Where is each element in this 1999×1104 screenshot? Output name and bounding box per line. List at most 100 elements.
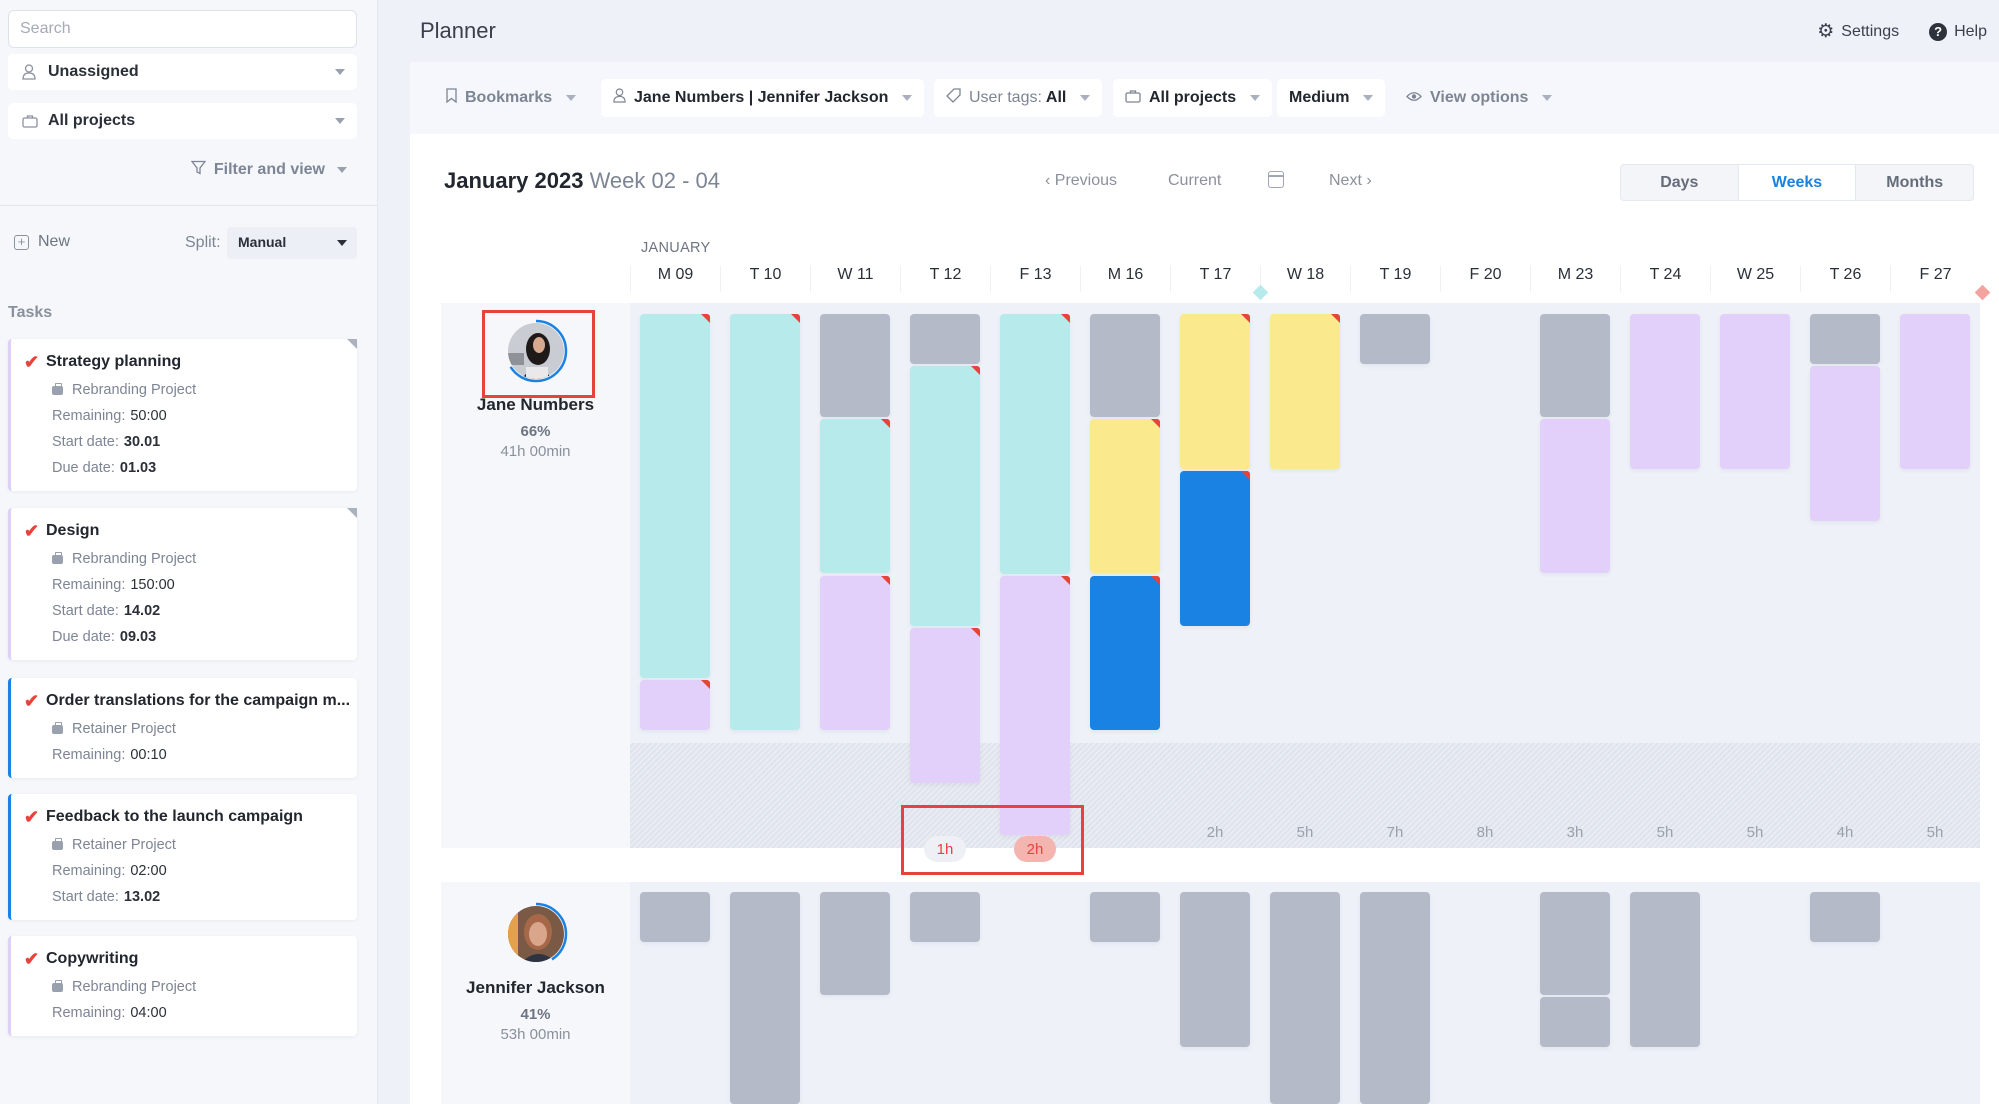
due-date-value: 01.03 (119, 460, 157, 476)
schedule-bar[interactable] (820, 892, 890, 995)
tab-days[interactable]: Days (1621, 165, 1738, 200)
month-label: JANUARY (641, 240, 711, 256)
period-title: January 2023 Week 02 - 04 (444, 168, 720, 194)
remaining-value: 150:00 (130, 577, 175, 593)
schedule-bar[interactable] (820, 575, 890, 731)
tasks-heading: Tasks (8, 304, 53, 321)
filter-and-view-button[interactable]: Filter and view (190, 160, 347, 180)
task-title: ✔ Feedback to the launch campaign (24, 806, 357, 828)
schedule-bar[interactable] (1720, 314, 1790, 469)
task-project: Rebranding Project (52, 550, 357, 568)
schedule-bar[interactable] (910, 314, 980, 365)
schedule-bar[interactable] (1900, 314, 1970, 469)
new-task-button[interactable]: + New (14, 233, 70, 251)
projects-dropdown[interactable]: All projects (1113, 79, 1273, 117)
help-icon: ? (1929, 22, 1948, 41)
settings-button[interactable]: ⚙ Settings (1817, 20, 1899, 43)
filter-and-view-label: Filter and view (213, 161, 325, 178)
help-button[interactable]: ? Help (1929, 20, 1987, 43)
schedule-bar[interactable] (730, 314, 800, 731)
schedule-bar[interactable] (1540, 418, 1610, 574)
overdue-flag-icon (701, 680, 710, 690)
person-jennifer-jackson[interactable]: Jennifer Jackson 41% 53h 00min (441, 901, 630, 1043)
schedule-bar[interactable] (1270, 892, 1340, 1104)
schedule-bar[interactable] (640, 680, 710, 731)
briefcase-icon (52, 721, 63, 734)
assignee-filter-select[interactable]: Unassigned (8, 54, 357, 90)
day-header: F 13 (990, 266, 1080, 292)
schedule-bar[interactable] (1540, 996, 1610, 1047)
schedule-bar[interactable] (820, 418, 890, 574)
size-dropdown[interactable]: Medium (1277, 79, 1386, 117)
schedule-bar[interactable] (1180, 314, 1250, 469)
previous-button[interactable]: ‹ Previous (1045, 172, 1117, 190)
schedule-bar[interactable] (640, 892, 710, 943)
remaining: Remaining: 04:00 (52, 1005, 357, 1022)
size-value: Medium (1289, 89, 1350, 106)
day-header: T 10 (720, 266, 810, 292)
schedule-bar[interactable] (1540, 314, 1610, 417)
overdue-flag-icon (1061, 314, 1070, 323)
bookmarks-dropdown[interactable]: Bookmarks (434, 79, 588, 117)
free-hours-label: 8h (1476, 824, 1494, 841)
schedule-bar[interactable] (1630, 314, 1700, 469)
tab-weeks[interactable]: Weeks (1737, 165, 1857, 200)
corner-indicator-icon (347, 508, 357, 518)
schedule-bar[interactable] (1540, 892, 1610, 995)
avatar[interactable] (503, 901, 569, 967)
task-project: Rebranding Project (52, 978, 357, 996)
schedule-bar[interactable] (1810, 314, 1880, 365)
schedule-bar[interactable] (1180, 892, 1250, 1047)
task-card[interactable]: ✔ Order translations for the campaign m..… (8, 678, 357, 778)
day-header: T 17 (1170, 266, 1260, 292)
user-tags-dropdown[interactable]: User tags: All (934, 79, 1103, 117)
schedule-bar[interactable] (1810, 366, 1880, 522)
project-name: Retainer Project (72, 837, 176, 853)
briefcase-icon (1125, 89, 1141, 108)
overdue-flag-icon (1241, 314, 1250, 323)
schedule-bar[interactable] (1270, 314, 1340, 469)
current-button[interactable]: Current (1168, 172, 1221, 190)
schedule-bar[interactable] (1360, 892, 1430, 1104)
next-button[interactable]: Next › (1329, 172, 1372, 190)
task-card[interactable]: ✔ Strategy planning Rebranding Project Rema… (8, 339, 357, 491)
remaining-value: 04:00 (130, 1005, 167, 1021)
task-card[interactable]: ✔ Copywriting Rebranding Project Remaining:… (8, 936, 357, 1036)
users-filter-dropdown[interactable]: Jane Numbers | Jennifer Jackson (601, 79, 925, 117)
task-card[interactable]: ✔ Design Rebranding Project Remaining: 150:0… (8, 508, 357, 660)
chevron-down-icon (1250, 95, 1261, 101)
schedule-bar[interactable] (730, 892, 800, 1104)
search-input[interactable] (8, 10, 357, 48)
view-switcher: Days Weeks Months (1620, 164, 1974, 201)
schedule-bar[interactable] (910, 366, 980, 626)
split-select[interactable]: Manual (227, 227, 357, 259)
help-label: Help (1954, 22, 1987, 40)
view-options-dropdown[interactable]: View options (1394, 79, 1564, 117)
tab-months[interactable]: Months (1856, 165, 1973, 200)
schedule-bar[interactable] (640, 314, 710, 679)
remaining-label: Remaining: (52, 1005, 126, 1021)
schedule-bar[interactable] (910, 892, 980, 943)
due-date-label: Due date: (52, 460, 115, 476)
schedule-bar[interactable] (1090, 314, 1160, 417)
free-hours-label: 4h (1836, 824, 1854, 841)
project-filter-select[interactable]: All projects (8, 103, 357, 139)
schedule-bar[interactable] (1090, 418, 1160, 574)
schedule-bar[interactable] (1360, 314, 1430, 365)
schedule-bar[interactable] (1810, 892, 1880, 943)
schedule-bar[interactable] (1180, 470, 1250, 626)
schedule-bar[interactable] (1000, 575, 1070, 835)
task-card[interactable]: ✔ Feedback to the launch campaign Retainer… (8, 794, 357, 920)
checkmark-icon: ✔ (24, 806, 40, 827)
schedule-bar[interactable] (820, 314, 890, 417)
overdue-flag-icon (971, 627, 980, 637)
schedule-bar[interactable] (1090, 575, 1160, 731)
due-date: Due date: 01.03 (52, 460, 357, 477)
schedule-bar[interactable] (1000, 314, 1070, 574)
schedule-bar[interactable] (1090, 892, 1160, 943)
schedule-bar[interactable] (1630, 892, 1700, 1047)
calendar-icon[interactable] (1268, 171, 1284, 188)
utilization-percent: 66% (520, 423, 551, 440)
schedule-bar[interactable] (910, 627, 980, 783)
highlight-box-overbooked (901, 805, 1084, 875)
